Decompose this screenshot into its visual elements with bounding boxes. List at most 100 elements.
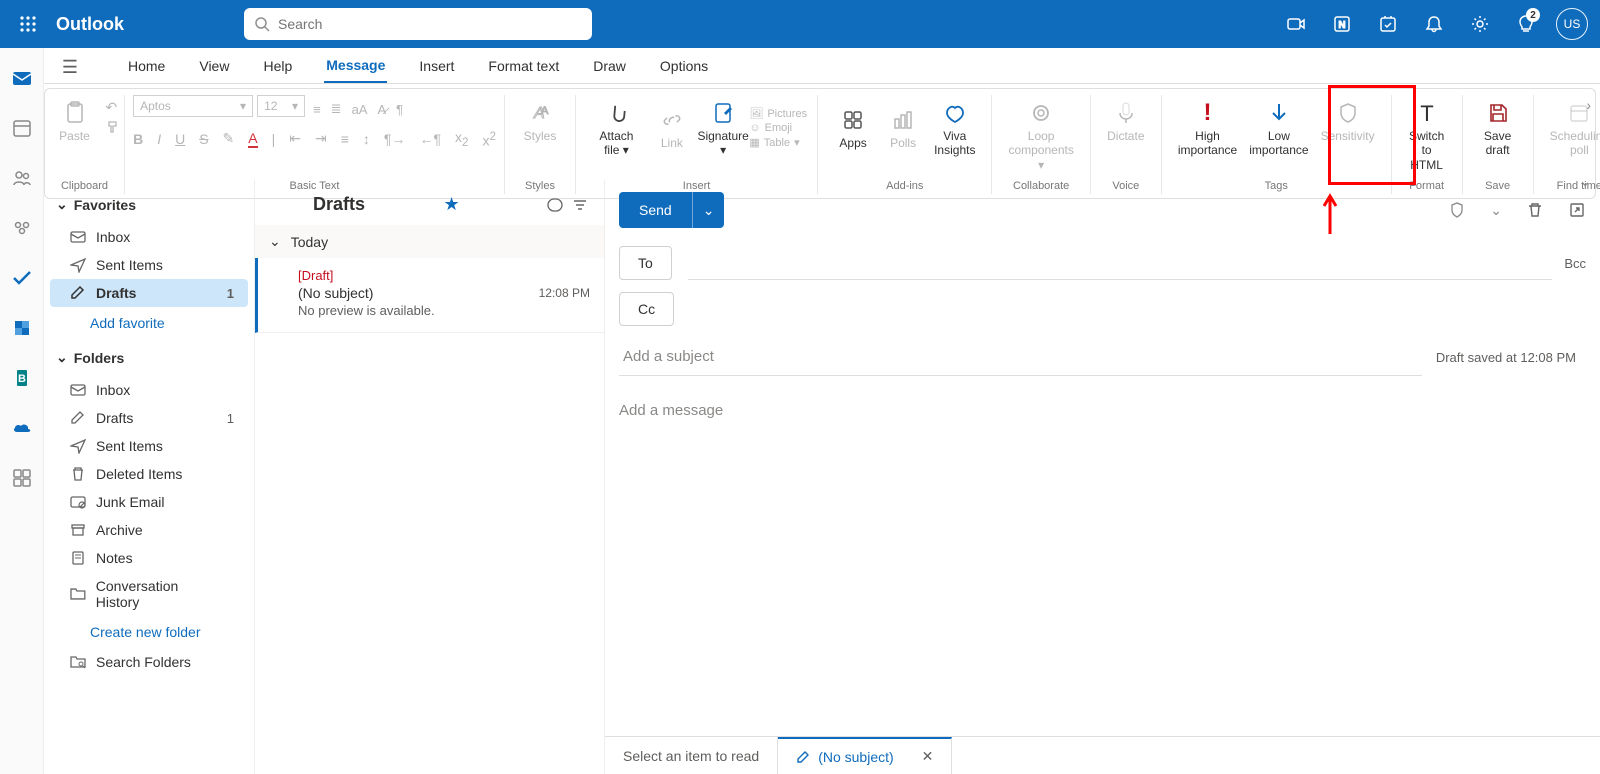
org-module-icon[interactable] <box>10 316 34 340</box>
styles-button: AA Styles <box>515 95 565 147</box>
bcc-toggle[interactable]: Bcc <box>1564 256 1586 271</box>
folder-sent[interactable]: Sent Items <box>50 432 248 460</box>
sensitivity-button: Sensitivity <box>1315 95 1381 147</box>
search-icon <box>254 16 270 32</box>
signature-button[interactable]: Signature▾ <box>697 95 749 162</box>
tab-message[interactable]: Message <box>324 48 387 83</box>
pictures-button: 🖼 Pictures <box>749 107 807 120</box>
folder-pane: ⌄Favorites Inbox Sent Items Drafts1 Add … <box>44 180 254 774</box>
folder-notes[interactable]: Notes <box>50 544 248 572</box>
message-item[interactable]: [Draft] (No subject) No preview is avail… <box>255 258 604 333</box>
encrypt-icon[interactable] <box>1448 201 1466 219</box>
bottom-tab-active[interactable]: (No subject) ✕ <box>778 737 952 774</box>
bold-icon: B <box>133 131 143 147</box>
polls-button: Polls <box>878 95 928 162</box>
clear-format-icon: A̷ <box>377 102 386 117</box>
folder-drafts[interactable]: Drafts1 <box>50 404 248 432</box>
groups-module-icon[interactable] <box>10 216 34 240</box>
numbering-icon: ≣ <box>331 101 342 117</box>
switch-to-html-button[interactable]: T Switch toHTML <box>1402 95 1452 176</box>
chevron-down-icon: ⌄ <box>56 349 68 366</box>
cc-button[interactable]: Cc <box>619 292 674 326</box>
italic-icon: I <box>157 131 161 147</box>
notifications-icon[interactable] <box>1414 4 1454 44</box>
send-options-dropdown[interactable]: ⌄ <box>692 192 725 228</box>
people-module-icon[interactable] <box>10 166 34 190</box>
account-avatar[interactable]: US <box>1552 4 1592 44</box>
tab-draw[interactable]: Draw <box>591 48 628 83</box>
save-draft-button[interactable]: Savedraft <box>1473 95 1523 162</box>
ribbon-overflow-icon[interactable]: › <box>1586 97 1591 113</box>
calendar-module-icon[interactable] <box>10 116 34 140</box>
low-importance-button[interactable]: Lowimportance <box>1243 95 1314 162</box>
align-icon: ≡ <box>341 131 349 147</box>
indent-icon: ⇥ <box>315 130 327 147</box>
favorites-inbox[interactable]: Inbox <box>50 223 248 251</box>
discard-icon[interactable] <box>1526 201 1544 219</box>
viva-insights-button[interactable]: Viva Insights <box>928 95 981 162</box>
to-input[interactable] <box>688 247 1553 280</box>
attach-file-button[interactable]: Attach file ▾ <box>586 95 647 162</box>
apps-button[interactable]: Apps <box>828 95 878 162</box>
bookings-module-icon[interactable]: B <box>10 366 34 390</box>
reading-pane: Send ⌄ ⌄ To Bcc Cc Draft saved at 12:08 … <box>604 180 1600 774</box>
onenote-icon[interactable]: N <box>1322 4 1362 44</box>
tab-help[interactable]: Help <box>261 48 294 83</box>
paste-button: Paste <box>50 95 100 147</box>
cc-input[interactable] <box>690 293 1586 325</box>
encrypt-chevron-icon[interactable]: ⌄ <box>1490 202 1502 219</box>
favorites-sent[interactable]: Sent Items <box>50 251 248 279</box>
settings-icon[interactable] <box>1460 4 1500 44</box>
mail-module-icon[interactable] <box>10 66 34 90</box>
folder-deleted[interactable]: Deleted Items <box>50 460 248 488</box>
send-button[interactable]: Send ⌄ <box>619 192 724 228</box>
create-new-folder-link[interactable]: Create new folder <box>50 616 248 648</box>
onedrive-module-icon[interactable] <box>10 416 34 440</box>
favorite-star-icon[interactable]: ★ <box>443 194 459 215</box>
message-body-input[interactable] <box>619 402 1586 720</box>
close-tab-icon[interactable]: ✕ <box>922 748 934 765</box>
add-favorite-link[interactable]: Add favorite <box>50 307 248 339</box>
message-list-title: Drafts <box>313 194 365 215</box>
font-name-select: Aptos▾ <box>133 95 253 117</box>
svg-text:T: T <box>1420 101 1433 125</box>
folder-search-folders[interactable]: Search Folders <box>50 648 248 676</box>
filter-icon[interactable] <box>572 197 588 213</box>
search-box[interactable] <box>244 8 592 40</box>
scheduling-poll-button: Schedulingpoll <box>1544 95 1600 162</box>
meet-now-icon[interactable] <box>1276 4 1316 44</box>
tab-view[interactable]: View <box>197 48 231 83</box>
my-day-icon[interactable] <box>1368 4 1408 44</box>
favorites-header[interactable]: ⌄Favorites <box>50 186 248 223</box>
favorites-drafts[interactable]: Drafts1 <box>50 279 248 307</box>
strike-icon: S <box>199 131 208 147</box>
message-list: Drafts ★ ⌄Today [Draft] (No subject) No … <box>254 180 604 774</box>
subject-input[interactable] <box>619 338 1422 376</box>
select-mode-icon[interactable] <box>546 196 564 214</box>
folder-archive[interactable]: Archive <box>50 516 248 544</box>
day-header[interactable]: ⌄Today <box>255 225 604 258</box>
tips-icon[interactable]: 2 <box>1506 4 1546 44</box>
show-marks-icon: ¶ <box>396 102 403 117</box>
popout-icon[interactable] <box>1568 201 1586 219</box>
folder-junk[interactable]: Junk Email <box>50 488 248 516</box>
tab-options[interactable]: Options <box>658 48 710 83</box>
folder-conversation-history[interactable]: Conversation History <box>50 572 248 616</box>
search-input[interactable] <box>278 16 582 32</box>
folder-inbox[interactable]: Inbox <box>50 376 248 404</box>
folders-header[interactable]: ⌄Folders <box>50 339 248 376</box>
line-spacing-icon: ↕ <box>363 131 370 147</box>
tab-format-text[interactable]: Format text <box>486 48 561 83</box>
bottom-tab-placeholder[interactable]: Select an item to read <box>605 737 778 774</box>
tab-home[interactable]: Home <box>126 48 167 83</box>
nav-toggle-icon[interactable]: ☰ <box>54 51 86 83</box>
to-button[interactable]: To <box>619 246 672 280</box>
more-apps-icon[interactable] <box>10 466 34 490</box>
high-importance-button[interactable]: ! Highimportance <box>1172 95 1243 162</box>
chevron-down-icon: ⌄ <box>269 233 281 250</box>
app-launcher-icon[interactable] <box>8 4 48 44</box>
font-size-select: 12▾ <box>257 95 305 117</box>
format-painter-icon <box>106 120 120 134</box>
todo-module-icon[interactable] <box>10 266 34 290</box>
tab-insert[interactable]: Insert <box>417 48 456 83</box>
